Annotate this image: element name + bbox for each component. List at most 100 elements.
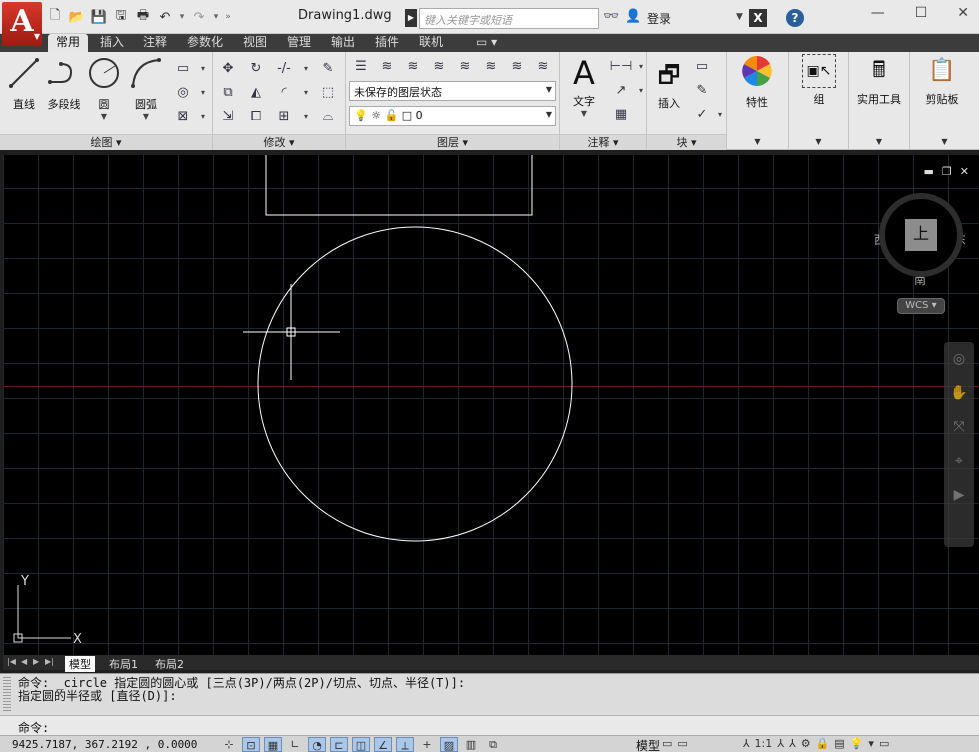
exchange-icon[interactable]: X (749, 9, 767, 27)
layer-isolate-icon[interactable]: ≋ (376, 56, 398, 76)
tab-parametric[interactable]: 参数化 (187, 34, 223, 52)
utilities-button[interactable]: 🖩 实用工具 (857, 54, 901, 107)
modify-panel-label[interactable]: 修改 ▾ (213, 134, 345, 150)
next-layout-icon[interactable]: ▶ (33, 657, 39, 666)
viewcube-top-face[interactable]: 上 (905, 219, 937, 251)
draw-panel-label[interactable]: 绘图 ▾ (0, 134, 212, 150)
stretch-icon[interactable]: ⇲ (217, 106, 239, 126)
rectangle-shape[interactable] (265, 155, 533, 216)
edit-block-icon[interactable]: ✎ (691, 80, 713, 100)
viewcube[interactable]: 上 (879, 193, 963, 277)
move-icon[interactable]: ✥ (217, 58, 239, 78)
help-icon[interactable]: ? (786, 9, 804, 27)
snap-mode-icon[interactable]: ⊡ (242, 737, 260, 752)
3d-object-snap-icon[interactable]: ◫ (352, 737, 370, 752)
orbit-icon[interactable]: ⌖ (944, 444, 974, 478)
tab-view[interactable]: 视图 (243, 34, 267, 52)
create-block-icon[interactable]: ▭ (691, 56, 713, 76)
hatch-icon[interactable]: ◎ (172, 82, 194, 102)
region-icon[interactable]: ⊠ (172, 106, 194, 126)
tab-insert[interactable]: 插入 (100, 34, 124, 52)
mirror-icon[interactable]: ◭ (245, 82, 267, 102)
object-snap-icon[interactable]: ⊏ (330, 737, 348, 752)
drawing-area[interactable]: ▬ ❐ ✕ 北 西 东 南 上 WCS ▾ ◎ ✋ ⤧ ⌖ ▶ Y X (3, 155, 979, 655)
new-file-icon[interactable]: 🗋 (46, 8, 64, 26)
clipboard-panel[interactable]: 📋 剪贴板 ▼ (910, 52, 979, 150)
first-layout-icon[interactable]: |◀ (7, 657, 16, 666)
dimension-icon[interactable]: ⊢⊣ (610, 56, 633, 76)
search-expand-icon[interactable]: ▶ (405, 9, 417, 27)
command-grip-handle[interactable] (3, 677, 11, 711)
grid-display-icon[interactable]: ▦ (264, 737, 282, 752)
dynamic-ucs-icon[interactable]: ⟂ (396, 737, 414, 752)
layer-select[interactable]: 💡 ☼ 🔓 □ 0 ▼ (349, 106, 556, 126)
group-dropdown-icon[interactable]: ▼ (789, 134, 848, 150)
utilities-panel[interactable]: 🖩 实用工具 ▼ (849, 52, 910, 150)
clean-screen-icon[interactable]: ▭ (879, 737, 889, 750)
viewport-restore-icon[interactable]: ❐ (942, 165, 952, 178)
binoculars-icon[interactable]: 👓 (603, 9, 619, 24)
erase-icon[interactable]: ✎ (317, 58, 339, 78)
close-icon[interactable]: ✕ (957, 5, 969, 21)
layer-change-icon[interactable]: ≋ (480, 56, 502, 76)
ribbon-options-icon[interactable]: ▭ ▾ (476, 34, 497, 52)
redo-dropdown-icon[interactable]: ▾ (212, 8, 220, 26)
tab-manage[interactable]: 管理 (287, 34, 311, 52)
lineweight-icon[interactable]: ▨ (440, 737, 458, 752)
quick-view-layouts-icon[interactable]: ▭ (662, 737, 672, 750)
annotation-panel-label[interactable]: 注释 ▾ (560, 134, 646, 150)
layer-properties-icon[interactable]: ☰ (350, 56, 372, 76)
leader-icon[interactable]: ↗ (610, 80, 632, 100)
tab-layout2[interactable]: 布局2 (155, 656, 184, 672)
block-panel-label[interactable]: 块 ▾ (647, 134, 726, 150)
annotation-scale-value[interactable]: 1:1 (755, 737, 773, 750)
hardware-acceleration-icon[interactable]: ▤ (834, 737, 844, 750)
tab-output[interactable]: 输出 (331, 34, 355, 52)
search-input[interactable]: 键入关键字或短语 (419, 8, 599, 29)
properties-button[interactable]: 特性 (735, 54, 779, 110)
viewport-close-icon[interactable]: ✕ (960, 165, 969, 178)
properties-dropdown-icon[interactable]: ▼ (727, 134, 788, 150)
application-menu-button[interactable]: A ▼ (2, 2, 42, 46)
line-button[interactable]: 直线 (2, 56, 46, 112)
redo-icon[interactable]: ↷ (190, 8, 208, 26)
rectangle-dropdown-icon[interactable]: ▾ (192, 58, 214, 78)
ortho-mode-icon[interactable]: ∟ (286, 737, 304, 752)
tab-home[interactable]: 常用 (48, 34, 89, 52)
selection-cycling-icon[interactable]: ⧉ (484, 737, 502, 752)
print-icon[interactable]: 🖶 (134, 8, 152, 26)
offset-icon[interactable]: ⌓ (317, 106, 339, 126)
model-space-button[interactable]: 模型 (636, 737, 660, 752)
annotation-scale-icon[interactable]: ⅄ (743, 737, 750, 750)
tab-plugins[interactable]: 插件 (375, 34, 399, 52)
undo-dropdown-icon[interactable]: ▾ (178, 8, 186, 26)
quick-view-drawings-icon[interactable]: ▭ (677, 737, 687, 750)
isolate-objects-icon[interactable]: 💡 (850, 737, 864, 750)
save-as-icon[interactable]: 🖫 (112, 8, 130, 26)
auto-scale-icon[interactable]: ⅄ (789, 737, 796, 750)
trim-icon[interactable]: -/- (273, 58, 295, 78)
arc-button[interactable]: 圆弧 ▼ (124, 56, 168, 121)
layer-state-select[interactable]: 未保存的图层状态 ▼ (349, 81, 556, 101)
transparency-icon[interactable]: ▥ (462, 737, 480, 752)
region-dropdown-icon[interactable]: ▾ (192, 106, 214, 126)
trim-dropdown-icon[interactable]: ▾ (295, 58, 317, 78)
undo-icon[interactable]: ↶ (156, 8, 174, 26)
copy-icon[interactable]: ⧉ (217, 82, 239, 102)
status-menu-icon[interactable]: ▾ (868, 737, 874, 750)
text-button[interactable]: A 文字 ▼ (562, 56, 606, 118)
layers-panel-label[interactable]: 图层 ▾ (346, 134, 559, 150)
properties-panel[interactable]: 特性 ▼ (727, 52, 789, 150)
hatch-dropdown-icon[interactable]: ▾ (192, 82, 214, 102)
dynamic-input-icon[interactable]: + (418, 737, 436, 752)
table-icon[interactable]: ▦ (610, 104, 632, 124)
workspace-switching-icon[interactable]: ⚙ (801, 737, 811, 750)
lock-ui-icon[interactable]: 🔒 (816, 737, 830, 750)
command-input[interactable]: 命令: (0, 715, 979, 735)
tab-model[interactable]: 模型 (65, 656, 95, 672)
explode-icon[interactable]: ⬚ (317, 82, 339, 102)
scale-icon[interactable]: ⧠ (245, 106, 267, 126)
layer-match-icon[interactable]: ≋ (454, 56, 476, 76)
layer-walk-icon[interactable]: ≋ (532, 56, 554, 76)
open-file-icon[interactable]: 📂 (68, 8, 86, 26)
